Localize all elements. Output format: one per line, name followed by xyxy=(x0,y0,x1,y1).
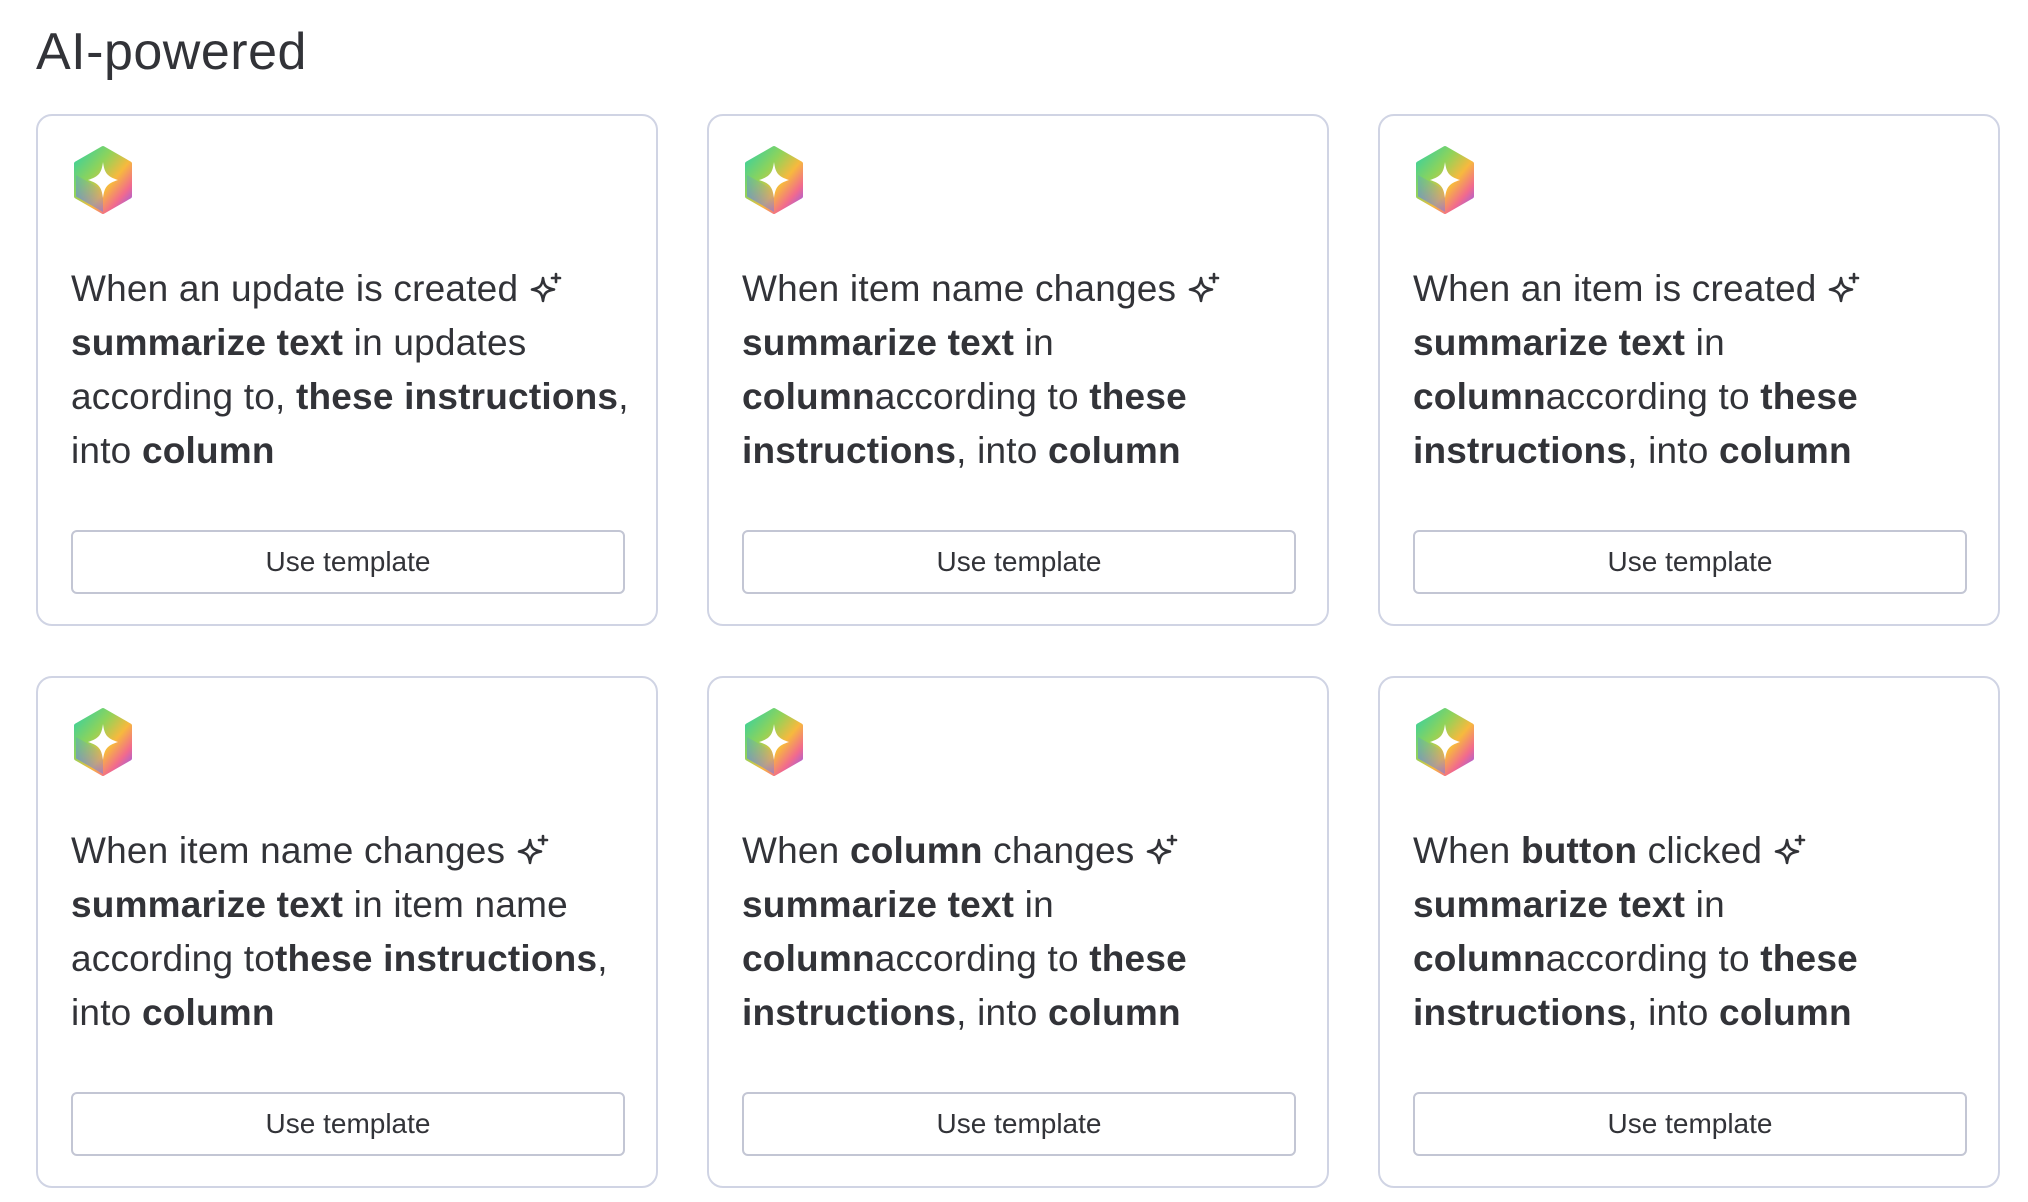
template-keyword: summarize text xyxy=(742,322,1015,363)
template-keyword: column xyxy=(1413,376,1546,417)
template-text: When xyxy=(742,830,850,871)
template-text: according to xyxy=(1545,376,1761,417)
template-text: in xyxy=(1014,322,1054,363)
template-keyword: column xyxy=(1413,938,1546,979)
template-text: When item name changes xyxy=(71,830,506,871)
template-text: When an item is created xyxy=(1413,268,1817,309)
ai-hexagon-icon xyxy=(742,145,806,215)
use-template-button[interactable]: Use template xyxy=(742,530,1296,594)
ai-hexagon-icon xyxy=(71,145,135,215)
template-keyword: column xyxy=(1719,430,1852,471)
template-text: clicked xyxy=(1637,830,1763,871)
template-description: When an item is created summarize text i… xyxy=(1413,262,1973,478)
template-keyword: column xyxy=(742,376,875,417)
ai-hexagon-icon xyxy=(1413,707,1477,777)
sparkle-icon xyxy=(516,833,550,867)
template-keyword: column xyxy=(1719,992,1852,1033)
template-description: When button clicked summarize text in co… xyxy=(1413,824,1973,1040)
template-text: in xyxy=(1685,322,1725,363)
use-template-button[interactable]: Use template xyxy=(71,1092,625,1156)
use-template-button[interactable]: Use template xyxy=(1413,1092,1967,1156)
template-description: When an update is created summarize text… xyxy=(71,262,631,478)
template-keyword: these instructions xyxy=(274,938,598,979)
section-title: AI-powered xyxy=(36,23,307,81)
template-keyword: these instructions xyxy=(295,376,619,417)
template-description: When item name changes summarize text in… xyxy=(742,262,1302,478)
ai-hexagon-icon xyxy=(1413,145,1477,215)
template-card[interactable]: When item name changes summarize text in… xyxy=(707,114,1329,626)
template-text: , into xyxy=(1627,430,1720,471)
sparkle-icon xyxy=(1145,833,1179,867)
template-text: in xyxy=(1685,884,1725,925)
sparkle-icon xyxy=(1827,271,1861,305)
sparkle-icon xyxy=(529,271,563,305)
template-text: according to xyxy=(1545,938,1761,979)
template-keyword: column xyxy=(742,938,875,979)
ai-hexagon-icon xyxy=(71,707,135,777)
template-text: When item name changes xyxy=(742,268,1177,309)
template-keyword: summarize text xyxy=(71,322,344,363)
template-description: When column changes summarize text in co… xyxy=(742,824,1302,1040)
template-text: , into xyxy=(956,992,1049,1033)
use-template-button[interactable]: Use template xyxy=(1413,530,1967,594)
template-keyword: summarize text xyxy=(1413,884,1686,925)
template-text: , into xyxy=(1627,992,1720,1033)
template-description: When item name changes summarize text in… xyxy=(71,824,631,1040)
template-keyword: summarize text xyxy=(1413,322,1686,363)
template-keyword: column xyxy=(141,992,275,1033)
template-text: according to xyxy=(874,938,1090,979)
sparkle-icon xyxy=(1773,833,1807,867)
template-keyword: column xyxy=(1048,430,1181,471)
template-text: according to xyxy=(874,376,1090,417)
ai-hexagon-icon xyxy=(742,707,806,777)
template-card[interactable]: When column changes summarize text in co… xyxy=(707,676,1329,1188)
template-keyword: summarize text xyxy=(71,884,344,925)
sparkle-icon xyxy=(1187,271,1221,305)
template-text: in xyxy=(1014,884,1054,925)
use-template-button[interactable]: Use template xyxy=(742,1092,1296,1156)
template-text: When an update is created xyxy=(71,268,519,309)
template-keyword: column xyxy=(1048,992,1181,1033)
template-keyword: column xyxy=(141,430,275,471)
template-text: changes xyxy=(982,830,1135,871)
template-card[interactable]: When an item is created summarize text i… xyxy=(1378,114,2000,626)
template-keyword: button xyxy=(1520,830,1638,871)
template-card[interactable]: When an update is created summarize text… xyxy=(36,114,658,626)
template-card[interactable]: When button clicked summarize text in co… xyxy=(1378,676,2000,1188)
template-text: , into xyxy=(956,430,1049,471)
template-grid: When an update is created summarize text… xyxy=(36,114,2000,1188)
use-template-button[interactable]: Use template xyxy=(71,530,625,594)
template-card[interactable]: When item name changes summarize text in… xyxy=(36,676,658,1188)
template-keyword: column xyxy=(849,830,983,871)
template-text: When xyxy=(1413,830,1521,871)
template-keyword: summarize text xyxy=(742,884,1015,925)
